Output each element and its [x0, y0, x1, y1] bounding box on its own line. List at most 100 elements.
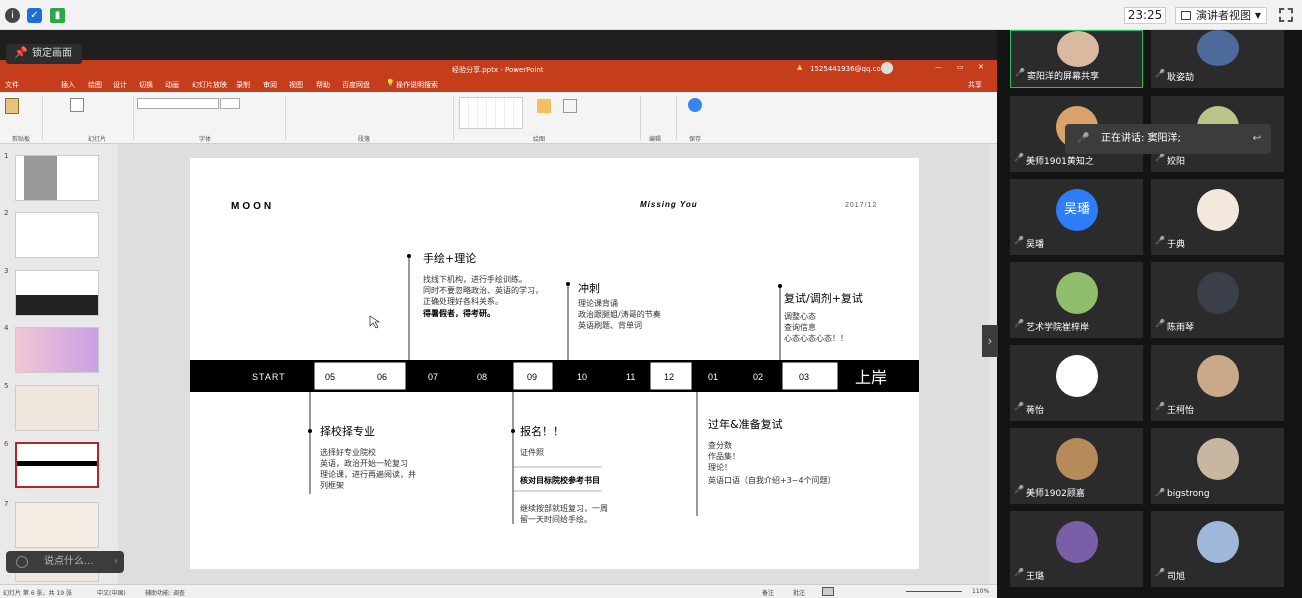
menu-home[interactable]: 开始: [34, 80, 48, 90]
slide-date: 2017/12: [845, 202, 877, 209]
thumb-num: 5: [4, 382, 9, 390]
participant-tile[interactable]: 蒋怡: [1010, 345, 1143, 421]
reply-icon[interactable]: ↩: [1253, 124, 1261, 154]
menu-record[interactable]: 录制: [236, 80, 250, 90]
milestone-line: 查询信息: [784, 322, 816, 332]
shapes-gallery[interactable]: [459, 97, 523, 129]
comments-button[interactable]: 批注: [793, 588, 805, 597]
participant-tile[interactable]: 艺术学院崔梓岸: [1010, 262, 1143, 338]
milestone-line: 心态心态心态！！: [784, 333, 848, 343]
menu-design[interactable]: 设计: [113, 80, 127, 90]
chat-input-button[interactable]: 说点什么... ‹: [6, 551, 124, 573]
font-family-box[interactable]: [137, 98, 219, 109]
menu-review[interactable]: 审阅: [263, 80, 277, 90]
slide-thumbnail[interactable]: [15, 155, 99, 201]
slide-thumbnail[interactable]: [15, 212, 99, 258]
menu-animations[interactable]: 动画: [165, 80, 179, 90]
menu-insert[interactable]: 插入: [61, 80, 75, 90]
participant-tile[interactable]: 窦阳洋的屏幕共享: [1010, 30, 1143, 88]
slide-thumbnail[interactable]: [15, 502, 99, 548]
participant-tile[interactable]: 王柯怡: [1151, 345, 1284, 421]
participant-tile[interactable]: 美师1902顾嘉: [1010, 428, 1143, 504]
view-normal-icon[interactable]: [822, 587, 834, 596]
month-label: 12: [664, 372, 674, 382]
participant-tile[interactable]: 陈雨琴: [1151, 262, 1284, 338]
month-label: 06: [377, 372, 387, 382]
menu-help[interactable]: 帮助: [316, 80, 330, 90]
avatar: [1056, 272, 1098, 314]
slide-thumbnail[interactable]: [15, 385, 99, 431]
menu-transitions[interactable]: 切换: [139, 80, 153, 90]
chevron-left-icon[interactable]: ‹: [114, 551, 118, 573]
avatar: [1197, 355, 1239, 397]
shield-icon[interactable]: ✓: [27, 8, 42, 23]
status-language: 中文(中国): [97, 590, 126, 597]
milestone-title: 冲刺: [578, 281, 600, 295]
vertical-scrollbar[interactable]: [989, 144, 997, 584]
milestone-line: 核对目标院校参考书目: [520, 475, 600, 485]
milestone-line: 选择好专业院校: [320, 447, 376, 457]
menu-view[interactable]: 视图: [289, 80, 303, 90]
ppt-status-bar: 幻灯片 第 6 张，共 19 张 中文(中国) 辅助功能: 调查 备注 批注 1…: [0, 584, 997, 598]
chat-placeholder: 说点什么...: [44, 556, 94, 567]
avatar: [1197, 521, 1239, 563]
participant-tile[interactable]: 司旭: [1151, 511, 1284, 587]
slide-thumbnail[interactable]: [15, 327, 99, 373]
menu-file[interactable]: 文件: [5, 80, 19, 90]
new-slide-icon[interactable]: [70, 98, 84, 112]
zoom-slider[interactable]: [906, 591, 962, 592]
minimize-icon[interactable]: —: [935, 63, 942, 71]
participant-tile[interactable]: 王璐: [1010, 511, 1143, 587]
milestone-title: 手绘+理论: [423, 251, 476, 265]
milestone-line: 调整心态: [784, 311, 816, 321]
participant-name: 蒋怡: [1014, 402, 1044, 416]
meeting-timer: 23:25: [1124, 7, 1166, 24]
fullscreen-icon[interactable]: [1279, 8, 1293, 22]
close-icon[interactable]: ✕: [978, 63, 984, 71]
menu-slideshow[interactable]: 幻灯片放映: [192, 80, 227, 90]
connector-dot: [511, 429, 515, 433]
font-size-box[interactable]: [220, 98, 240, 109]
participant-tile[interactable]: 耿姿劼: [1151, 30, 1284, 88]
month-label: 07: [428, 372, 438, 382]
avatar: [1197, 189, 1239, 231]
info-icon[interactable]: i: [5, 8, 20, 23]
group-font: 字体: [199, 136, 212, 143]
slide-thumbnail[interactable]: [15, 270, 99, 316]
maximize-icon[interactable]: ▭: [957, 63, 964, 71]
milestone-line: 政治跟腿姐/涛哥的节奏: [578, 309, 661, 319]
menu-baidu[interactable]: 百度网盘: [342, 80, 370, 90]
collapse-sidebar-button[interactable]: ›: [982, 325, 998, 357]
month-label: 05: [325, 372, 335, 382]
notes-button[interactable]: 备注: [762, 588, 774, 597]
milestone-title: 报名！！: [520, 424, 564, 438]
slide-thumbnail-active[interactable]: [15, 442, 99, 488]
participant-name: 美师1901黄知之: [1014, 153, 1094, 167]
share-button[interactable]: 共享: [968, 80, 982, 90]
connector-dot: [308, 429, 312, 433]
account-avatar[interactable]: [881, 62, 893, 74]
presenter-view-icon: [1181, 11, 1191, 20]
lock-screen-button[interactable]: 📌 锁定画面: [6, 44, 82, 64]
menu-draw[interactable]: 绘图: [88, 80, 102, 90]
quick-styles-icon[interactable]: [563, 99, 577, 113]
arrange-icon[interactable]: [537, 99, 551, 113]
signal-icon[interactable]: ▮: [50, 8, 65, 23]
participant-tile[interactable]: 于典: [1151, 179, 1284, 255]
emoji-icon: [16, 556, 28, 568]
month-label: 08: [477, 372, 487, 382]
participant-tile[interactable]: bigstrong: [1151, 428, 1284, 504]
participant-tile[interactable]: 吴璠吴璠: [1010, 179, 1143, 255]
avatar: [1056, 521, 1098, 563]
ppt-ribbon: 剪贴板 幻灯片 字体 段落 绘图 编辑 保存: [0, 92, 997, 144]
milestone-line: 英语口语（自我介绍+3~4个问题）: [708, 475, 836, 485]
paste-icon[interactable]: [5, 98, 19, 114]
milestone-line: 理论！: [708, 462, 732, 472]
baidu-save-icon[interactable]: [688, 98, 702, 112]
presenter-view-dropdown[interactable]: 演讲者视图 ▼: [1175, 7, 1267, 24]
avatar: [1057, 31, 1099, 67]
avatar: [1056, 438, 1098, 480]
menu-search[interactable]: 操作说明搜索: [396, 80, 438, 90]
month-label: 09: [527, 372, 537, 382]
status-accessibility[interactable]: 辅助功能: 调查: [145, 588, 185, 597]
